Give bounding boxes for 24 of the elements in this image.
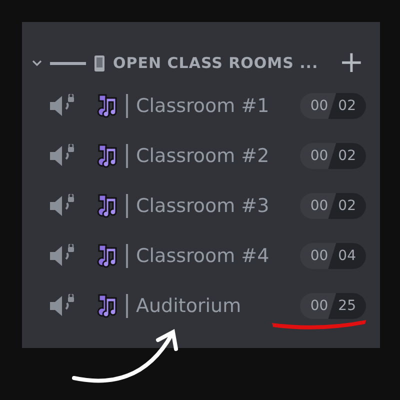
- connected-count: 00: [309, 197, 330, 216]
- user-limit: 02: [328, 93, 366, 119]
- connected-count: 00: [309, 147, 330, 166]
- user-limit: 02: [328, 143, 366, 169]
- channel-name[interactable]: Classroom #3: [136, 192, 270, 220]
- connected-count: 00: [309, 97, 330, 116]
- user-limit: 25: [328, 293, 366, 319]
- connected-count: 00: [309, 247, 330, 266]
- speaker-lock-icon: [48, 194, 76, 218]
- add-channel-button[interactable]: +: [336, 48, 366, 78]
- channel-name[interactable]: Classroom #4: [136, 242, 270, 270]
- category-name[interactable]: OPEN CLASS ROOMS ...: [113, 52, 318, 74]
- user-limit: 04: [328, 243, 366, 269]
- speaker-lock-icon: [48, 244, 76, 268]
- chevron-icon[interactable]: [32, 59, 42, 67]
- user-limit: 02: [328, 193, 366, 219]
- channel-name[interactable]: Auditorium: [136, 292, 242, 320]
- phone-icon: [94, 54, 105, 72]
- speaker-lock-icon: [48, 144, 76, 168]
- speaker-lock-icon: [48, 94, 76, 118]
- connected-count: 00: [309, 297, 330, 316]
- speaker-lock-icon: [48, 294, 76, 318]
- channel-name[interactable]: Classroom #2: [136, 142, 270, 170]
- channel-name[interactable]: Classroom #1: [136, 92, 270, 120]
